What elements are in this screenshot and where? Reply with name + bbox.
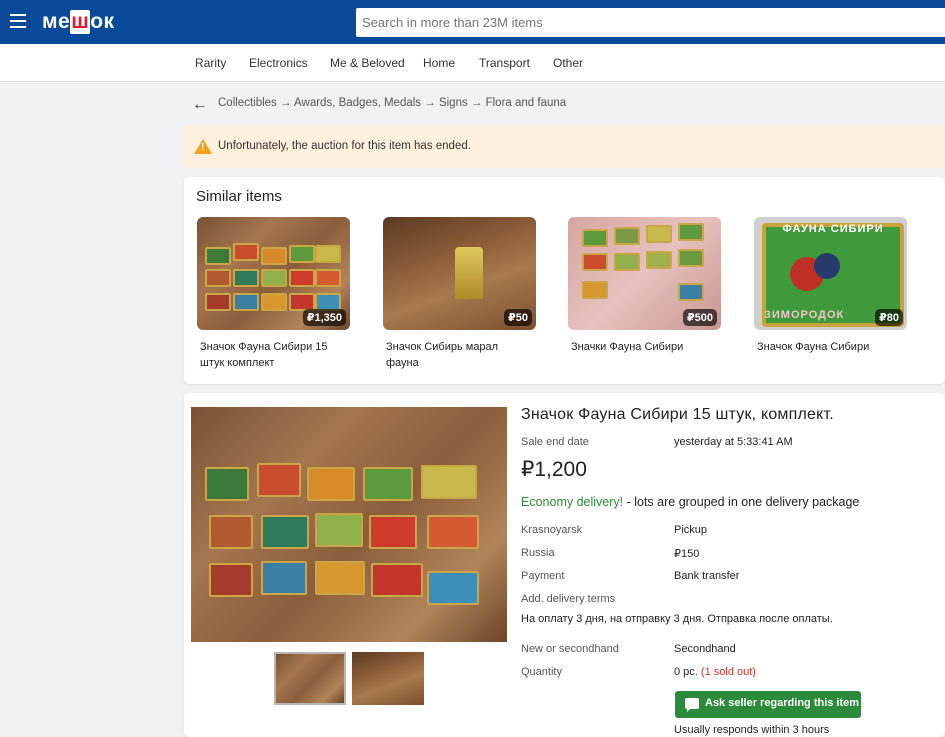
logo-text-prefix: ме <box>42 10 71 33</box>
nav-electronics[interactable]: Electronics <box>249 56 308 70</box>
shipping-price: ₽150 <box>674 548 700 560</box>
similar-items-card: Similar items ₽1,350 Значок Фауна Сибири… <box>184 177 945 384</box>
similar-item-image[interactable]: ₽50 <box>383 217 536 330</box>
image-thumbnail[interactable] <box>274 652 346 705</box>
quantity-label: Quantity <box>521 666 562 678</box>
similar-item-price: ₽1,350 <box>302 309 346 326</box>
item-card: Значок Фауна Сибири 15 штук, комплект. S… <box>184 393 945 737</box>
condition-label: New or secondhand <box>521 643 619 655</box>
delivery-note: Economy delivery! - lots are grouped in … <box>521 495 859 509</box>
similar-item-title[interactable]: Значок Фауна Сибири 15 штук комплект <box>197 339 347 371</box>
delivery-terms-value: На оплату 3 дня, на отправку 3 дня. Отпр… <box>521 613 833 625</box>
logo-text-suffix: ок <box>90 10 115 33</box>
nav-rarity[interactable]: Rarity <box>195 56 226 70</box>
site-logo[interactable]: мешок <box>42 10 115 34</box>
similar-item[interactable]: ₽50 Значок Сибирь марал фауна <box>383 217 538 371</box>
delivery-terms-label: Add. delivery terms <box>521 593 616 605</box>
nav-other[interactable]: Other <box>553 56 583 70</box>
similar-item-price: ₽500 <box>682 309 717 326</box>
similar-item[interactable]: ₽1,350 Значок Фауна Сибири 15 штук компл… <box>197 217 352 371</box>
item-price: ₽1,200 <box>521 458 587 481</box>
similar-item-image[interactable]: ФАУНА СИБИРИ ЗИМОРОДОК ₽80 <box>754 217 907 330</box>
similar-item-price: ₽80 <box>875 309 903 326</box>
ask-seller-label: Ask seller regarding this item <box>705 697 860 709</box>
quantity-count: 0 pc. <box>674 666 698 678</box>
similar-item-price: ₽50 <box>504 309 532 326</box>
nav-me-beloved[interactable]: Me & Beloved <box>330 56 405 70</box>
nav-home[interactable]: Home <box>423 56 455 70</box>
ask-seller-button[interactable]: Ask seller regarding this item <box>675 691 861 718</box>
similar-item-title[interactable]: Значки Фауна Сибири <box>568 339 718 355</box>
item-title: Значок Фауна Сибири 15 штук, комплект. <box>521 406 834 423</box>
nav-transport[interactable]: Transport <box>479 56 530 70</box>
sale-end-label: Sale end date <box>521 436 589 448</box>
top-header: мешок <box>0 0 945 44</box>
category-nav: Rarity Electronics Me & Beloved Home Tra… <box>0 44 945 82</box>
seller-response-time: Usually responds within 3 hours <box>674 724 830 736</box>
quantity-value: 0 pc. (1 sold out) <box>674 666 756 678</box>
economy-delivery-link[interactable]: Economy delivery! <box>521 495 623 509</box>
payment-label: Payment <box>521 570 565 582</box>
search-input[interactable] <box>356 8 945 37</box>
sale-end-value: yesterday at 5:33:41 AM <box>674 436 793 448</box>
chat-icon <box>685 698 699 712</box>
country-label: Russia <box>521 547 555 559</box>
sold-out-note: (1 sold out) <box>700 666 756 678</box>
auction-ended-banner: ! Unfortunately, the auction for this it… <box>184 125 945 168</box>
similar-item-title[interactable]: Значок Фауна Сибири <box>754 339 904 355</box>
logo-bag-letter: ш <box>70 10 91 34</box>
similar-item[interactable]: ФАУНА СИБИРИ ЗИМОРОДОК ₽80 Значок Фауна … <box>754 217 909 355</box>
condition-value: Secondhand <box>674 643 736 655</box>
similar-item-image[interactable]: ₽500 <box>568 217 721 330</box>
breadcrumb[interactable]: Collectibles → Awards, Badges, Medals → … <box>218 97 566 109</box>
similar-item[interactable]: ₽500 Значки Фауна Сибири <box>568 217 723 355</box>
badge-bottom-text: ЗИМОРОДОК <box>764 309 845 321</box>
similar-item-image[interactable]: ₽1,350 <box>197 217 350 330</box>
image-thumbnail[interactable] <box>352 652 424 705</box>
city-label: Krasnoyarsk <box>521 524 583 536</box>
delivery-note-text: - lots are grouped in one delivery packa… <box>623 495 860 509</box>
similar-items-heading: Similar items <box>196 188 282 205</box>
similar-item-title[interactable]: Значок Сибирь марал фауна <box>383 339 533 371</box>
payment-value: Bank transfer <box>674 570 740 582</box>
back-arrow-icon[interactable]: ← <box>192 96 208 114</box>
item-main-image[interactable] <box>191 407 507 642</box>
pickup-value: Pickup <box>674 524 708 536</box>
warning-icon: ! <box>194 139 212 154</box>
badge-top-text: ФАУНА СИБИРИ <box>782 223 884 235</box>
warning-text: Unfortunately, the auction for this item… <box>218 140 471 152</box>
hamburger-menu-icon[interactable] <box>10 14 26 28</box>
